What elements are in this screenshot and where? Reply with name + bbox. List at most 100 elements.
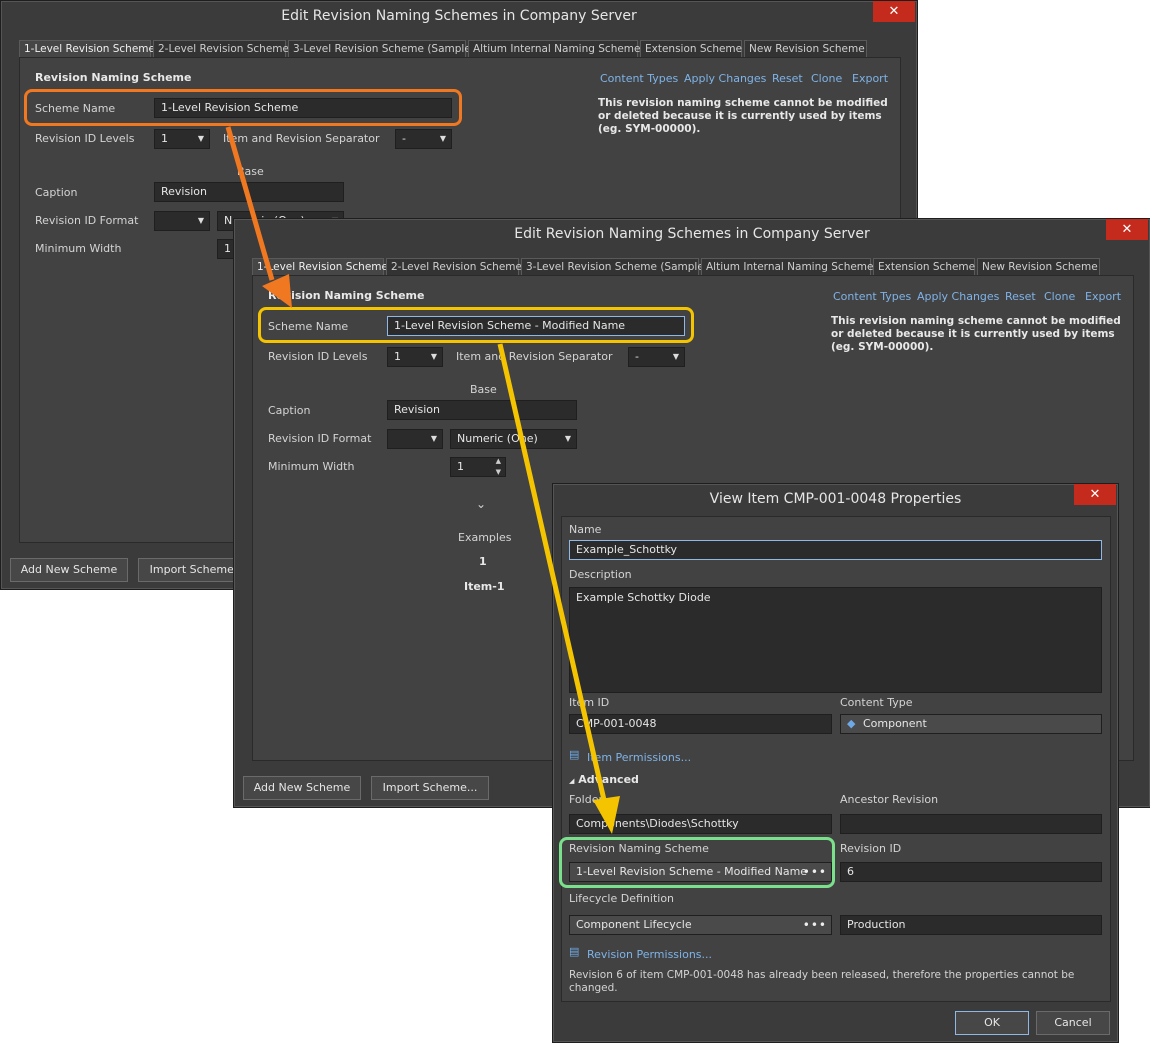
link-clone[interactable]: Clone <box>811 72 842 85</box>
chevron-down-icon: ▼ <box>197 134 204 143</box>
tab-new-scheme[interactable]: New Revision Scheme <box>977 258 1100 275</box>
tab-2-level[interactable]: 2-Level Revision Scheme <box>153 40 289 57</box>
ok-button[interactable]: OK <box>955 1011 1029 1035</box>
scheme-tabs: 1-Level Revision Scheme 2-Level Revision… <box>19 40 899 58</box>
chevron-down-icon: ▼ <box>430 352 437 361</box>
item-id-input[interactable]: CMP-001-0048 <box>569 714 832 734</box>
link-export[interactable]: Export <box>1085 290 1121 303</box>
advanced-toggle[interactable]: ◢ Advanced <box>569 773 639 786</box>
revision-id-input[interactable]: 6 <box>840 862 1102 882</box>
tab-altium-internal[interactable]: Altium Internal Naming Scheme <box>468 40 641 57</box>
tab-extension[interactable]: Extension Scheme <box>640 40 742 57</box>
caption-input[interactable]: Revision <box>387 400 577 420</box>
folder-input[interactable]: Components\Diodes\Schottky <box>569 814 832 834</box>
add-new-scheme-button[interactable]: Add New Scheme <box>243 776 361 800</box>
close-icon: ✕ <box>888 4 900 19</box>
format-dropdown[interactable]: Numeric (One) ▼ <box>450 429 577 449</box>
link-apply-changes[interactable]: Apply Changes <box>684 72 766 85</box>
locked-note: This revision naming scheme cannot be mo… <box>598 97 888 135</box>
link-reset[interactable]: Reset <box>772 72 803 85</box>
content-type-value: Component <box>862 717 927 730</box>
ancestor-label: Ancestor Revision <box>840 793 939 806</box>
ellipsis-icon[interactable]: ••• <box>803 916 827 934</box>
status-message: Revision 6 of item CMP-001-0048 has alre… <box>569 969 1075 994</box>
close-button[interactable]: ✕ <box>1106 219 1148 240</box>
tab-1-level[interactable]: 1-Level Revision Scheme <box>252 258 388 275</box>
chevron-down-icon: ▼ <box>430 434 437 443</box>
close-button[interactable]: ✕ <box>1074 484 1116 505</box>
dialog-title: Edit Revision Naming Schemes in Company … <box>281 8 637 24</box>
levels-label: Revision ID Levels <box>268 350 368 363</box>
lifecycle-state-input[interactable]: Production <box>840 915 1102 935</box>
format-prefix-dropdown[interactable]: ▼ <box>387 429 443 449</box>
base-label: Base <box>237 165 264 178</box>
tab-3-level[interactable]: 3-Level Revision Scheme (Sample) <box>521 258 708 275</box>
base-label: Base <box>470 383 497 396</box>
chevron-down-icon: ▼ <box>564 434 571 443</box>
link-content-types[interactable]: Content Types <box>600 72 678 85</box>
caption-label: Caption <box>35 186 78 199</box>
separator-dropdown[interactable]: - ▼ <box>628 347 685 367</box>
tab-3-level[interactable]: 3-Level Revision Scheme (Sample) <box>288 40 475 57</box>
close-icon: ✕ <box>1089 487 1101 502</box>
permissions-icon: ▤ <box>569 748 580 761</box>
description-label: Description <box>569 568 632 581</box>
collapse-triangle-icon: ◢ <box>569 777 575 785</box>
add-new-scheme-button[interactable]: Add New Scheme <box>10 558 128 582</box>
lifecycle-field[interactable]: Component Lifecycle ••• <box>569 915 832 935</box>
lifecycle-label: Lifecycle Definition <box>569 892 675 905</box>
chevron-down-icon: ▼ <box>197 216 204 225</box>
min-width-value: 1 <box>457 460 464 473</box>
cancel-button[interactable]: Cancel <box>1036 1011 1110 1035</box>
levels-dropdown[interactable]: 1 ▼ <box>154 129 210 149</box>
format-prefix-dropdown[interactable]: ▼ <box>154 211 210 231</box>
revision-id-label: Revision ID <box>840 842 902 855</box>
highlight-green <box>559 837 835 888</box>
link-apply-changes[interactable]: Apply Changes <box>917 290 999 303</box>
link-content-types[interactable]: Content Types <box>833 290 911 303</box>
content-type-field[interactable]: ◆ Component <box>840 714 1102 734</box>
caption-input[interactable]: Revision <box>154 182 344 202</box>
separator-value: - <box>402 132 406 145</box>
highlight-yellow <box>258 307 694 343</box>
separator-label: Item and Revision Separator <box>456 350 613 363</box>
permissions-icon: ▤ <box>569 945 580 958</box>
section-title: Revision Naming Scheme <box>35 71 192 84</box>
name-input[interactable]: Example_Schottky <box>569 540 1102 560</box>
tab-altium-internal[interactable]: Altium Internal Naming Scheme <box>701 258 874 275</box>
revision-permissions-link[interactable]: Revision Permissions... <box>587 948 712 961</box>
content-type-label: Content Type <box>840 696 913 709</box>
item-id-label: Item ID <box>569 696 610 709</box>
example-2: Item-1 <box>464 580 505 593</box>
close-button[interactable]: ✕ <box>873 1 915 22</box>
component-icon: ◆ <box>847 717 856 730</box>
link-clone[interactable]: Clone <box>1044 290 1075 303</box>
link-reset[interactable]: Reset <box>1005 290 1036 303</box>
tab-2-level[interactable]: 2-Level Revision Scheme <box>386 258 522 275</box>
separator-dropdown[interactable]: - ▼ <box>395 129 452 149</box>
expand-chevron-icon[interactable]: ⌄ <box>476 497 486 511</box>
tab-new-scheme[interactable]: New Revision Scheme <box>744 40 867 57</box>
link-export[interactable]: Export <box>852 72 888 85</box>
ancestor-input[interactable] <box>840 814 1102 834</box>
levels-dropdown[interactable]: 1 ▼ <box>387 347 443 367</box>
dialog-title: Edit Revision Naming Schemes in Company … <box>514 226 870 242</box>
tab-extension[interactable]: Extension Scheme <box>873 258 975 275</box>
item-permissions-link[interactable]: Item Permissions... <box>587 751 691 764</box>
min-width-spinner[interactable]: 1 ▲ ▼ <box>450 457 506 477</box>
examples-label: Examples <box>458 531 512 544</box>
locked-note: This revision naming scheme cannot be mo… <box>831 315 1121 353</box>
folder-label: Folder <box>569 793 603 806</box>
import-scheme-button[interactable]: Import Scheme... <box>371 776 489 800</box>
dialog-title: View Item CMP-001-0048 Properties <box>709 491 962 507</box>
levels-value: 1 <box>394 350 401 363</box>
scheme-tabs: 1-Level Revision Scheme 2-Level Revision… <box>252 258 1132 276</box>
separator-label: Item and Revision Separator <box>223 132 380 145</box>
tab-1-level[interactable]: 1-Level Revision Scheme <box>19 40 155 57</box>
spinner-icon[interactable]: ▲ ▼ <box>496 458 501 476</box>
levels-label: Revision ID Levels <box>35 132 135 145</box>
format-value: Numeric (One) <box>457 432 538 445</box>
advanced-label: Advanced <box>578 773 639 786</box>
description-textarea[interactable]: Example Schottky Diode <box>569 587 1102 693</box>
name-label: Name <box>569 523 602 536</box>
